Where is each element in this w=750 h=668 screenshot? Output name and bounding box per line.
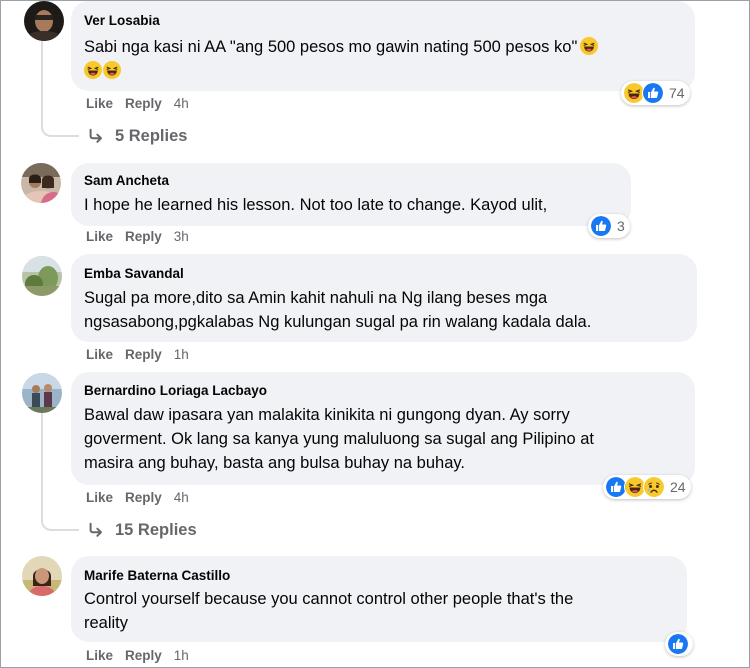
comment-author[interactable]: Bernardino Loriaga Lacbayo — [84, 382, 683, 400]
comment-bubble: Emba Savandal Sugal pa more,dito sa Amin… — [71, 254, 697, 342]
comment-text: Bawal daw ipasara yan malakita kinikita … — [84, 403, 683, 475]
comment-text: Sabi nga kasi ni AA "ang 500 pesos mo ga… — [84, 35, 683, 83]
comment-actions: Like Reply 1h — [86, 648, 201, 664]
laughing-emoji-icon — [84, 61, 102, 79]
reply-button[interactable]: Reply — [125, 229, 162, 244]
like-button[interactable]: Like — [86, 96, 113, 111]
replies-count-label: 15 Replies — [115, 521, 197, 539]
comment-text-line: masira ang buhay, basta ang bulsa buhay … — [84, 454, 465, 472]
like-button[interactable]: Like — [86, 347, 113, 362]
comment-author[interactable]: Sam Ancheta — [84, 172, 619, 190]
like-button[interactable]: Like — [86, 648, 113, 663]
like-button[interactable]: Like — [86, 490, 113, 505]
comment-text-line: Sabi nga kasi ni AA "ang 500 pesos mo ga… — [84, 38, 578, 56]
reply-button[interactable]: Reply — [125, 347, 162, 362]
like-icon — [667, 633, 689, 655]
comment-text-line: ngsasabong,pgkalabas Ng kulungan sugal p… — [84, 313, 592, 331]
reaction-summary[interactable] — [665, 632, 693, 656]
comment-bubble: Ver Losabia Sabi nga kasi ni AA "ang 500… — [71, 1, 695, 91]
reaction-count: 3 — [617, 218, 625, 234]
comment-actions: Like Reply 4h — [86, 96, 201, 112]
laughing-emoji-icon — [580, 37, 598, 55]
replies-count-label: 5 Replies — [115, 127, 188, 145]
reply-arrow-icon — [87, 521, 105, 539]
avatar[interactable] — [22, 256, 62, 296]
sad-icon — [643, 476, 665, 498]
like-icon — [590, 215, 612, 237]
like-icon — [642, 82, 664, 104]
comment-bubble: Sam Ancheta I hope he learned his lesson… — [71, 163, 631, 226]
reaction-summary[interactable]: 74 — [621, 81, 690, 105]
avatar[interactable] — [22, 373, 62, 413]
comment-timestamp[interactable]: 1h — [174, 347, 189, 362]
comment-actions: Like Reply 4h — [86, 490, 201, 506]
comment-bubble: Marife Baterna Castillo Control yourself… — [71, 556, 687, 642]
comment-text: Sugal pa more,dito sa Amin kahit nahuli … — [84, 286, 685, 334]
comment-text-line: goverment. Ok lang sa kanya yung maluluo… — [84, 430, 594, 448]
comments-section: Ver Losabia Sabi nga kasi ni AA "ang 500… — [0, 0, 750, 668]
comment-text-line: Bawal daw ipasara yan malakita kinikita … — [84, 406, 570, 424]
comment-text-line: Sugal pa more,dito sa Amin kahit nahuli … — [84, 289, 548, 307]
avatar[interactable] — [24, 1, 64, 41]
comment-timestamp[interactable]: 1h — [174, 648, 189, 663]
comment-actions: Like Reply 1h — [86, 347, 201, 363]
view-replies-link[interactable]: 5 Replies — [87, 126, 187, 146]
comment-text: I hope he learned his lesson. Not too la… — [84, 196, 548, 214]
comment-timestamp[interactable]: 4h — [174, 96, 189, 111]
comment-author[interactable]: Marife Baterna Castillo — [84, 567, 675, 585]
reaction-count: 74 — [669, 85, 685, 101]
laughing-emoji-icon — [103, 61, 121, 79]
view-replies-link[interactable]: 15 Replies — [87, 520, 197, 540]
thread-line — [41, 41, 79, 137]
thread-line — [41, 413, 79, 531]
reply-arrow-icon — [87, 127, 105, 145]
comment-timestamp[interactable]: 3h — [174, 229, 189, 244]
reply-button[interactable]: Reply — [125, 490, 162, 505]
like-button[interactable]: Like — [86, 229, 113, 244]
comment-timestamp[interactable]: 4h — [174, 490, 189, 505]
comment-text-line: reality — [84, 614, 129, 632]
comment-text-line: Control yourself because you cannot cont… — [84, 590, 574, 608]
reaction-summary[interactable]: 24 — [603, 475, 691, 499]
reaction-summary[interactable]: 3 — [588, 214, 630, 238]
comment-author[interactable]: Ver Losabia — [84, 12, 683, 30]
reply-button[interactable]: Reply — [125, 96, 162, 111]
reply-button[interactable]: Reply — [125, 648, 162, 663]
comment-text: Control yourself because you cannot cont… — [84, 587, 675, 635]
reaction-count: 24 — [670, 479, 686, 495]
comment-actions: Like Reply 3h — [86, 229, 201, 245]
avatar[interactable] — [22, 556, 62, 596]
comment-author[interactable]: Emba Savandal — [84, 265, 685, 283]
avatar[interactable] — [21, 163, 61, 203]
comment-bubble: Bernardino Loriaga Lacbayo Bawal daw ipa… — [71, 372, 695, 485]
